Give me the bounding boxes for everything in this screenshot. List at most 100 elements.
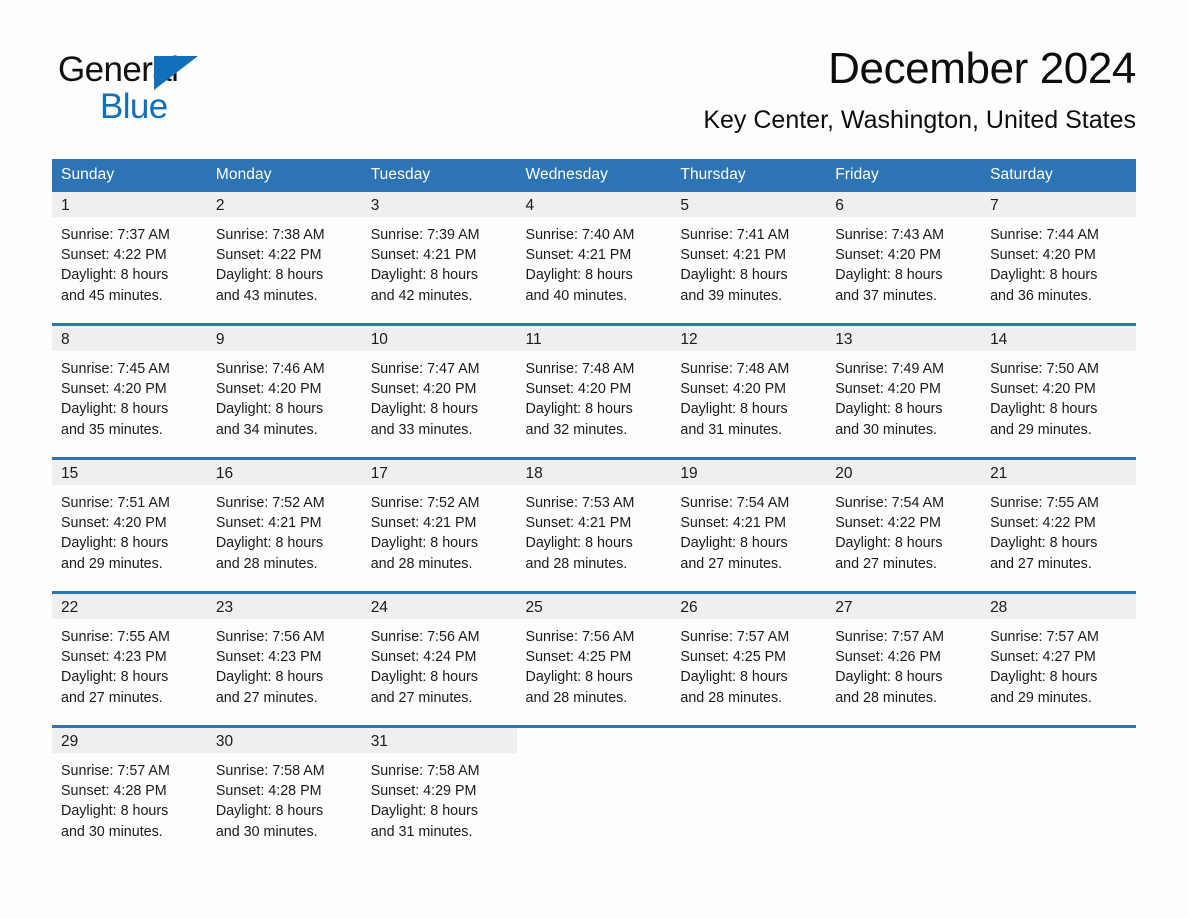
sunrise-time: Sunrise: 7:44 AM (990, 227, 1099, 243)
calendar-day-cell[interactable]: 30 Sunrise: 7:58 AM Sunset: 4:28 PM Dayligh… (206, 728, 362, 859)
calendar-day-cell[interactable]: 10 Sunrise: 7:47 AM Sunset: 4:20 PM Dayligh… (361, 326, 517, 457)
general-blue-logo: General Blue (58, 52, 198, 124)
calendar-day-cell[interactable]: 19 Sunrise: 7:54 AM Sunset: 4:21 PM Dayligh… (671, 460, 827, 591)
daylight-duration-line-two: and 45 minutes. (61, 287, 163, 304)
day-number: 6 (826, 192, 982, 217)
calendar-day-cell[interactable]: 12 Sunrise: 7:48 AM Sunset: 4:20 PM Dayligh… (671, 326, 827, 457)
day-number: 18 (516, 460, 672, 485)
sunset-time: Sunset: 4:23 PM (215, 649, 322, 666)
calendar-day-cell[interactable]: 23 Sunrise: 7:56 AM Sunset: 4:23 PM Dayligh… (206, 594, 362, 725)
daylight-duration-line-one: Daylight: 8 hours (61, 401, 169, 418)
sunset-time: Sunset: 4:21 PM (525, 247, 632, 264)
sun-times-calendar: Sunday Monday Tuesday Wednesday Thursday… (52, 159, 1136, 859)
day-details: Sunrise: 7:55 AM Sunset: 4:22 PM Daylight:… (981, 485, 1136, 574)
sunset-time: Sunset: 4:20 PM (370, 381, 477, 398)
sunrise-time: Sunrise: 7:45 AM (61, 361, 170, 377)
day-number (981, 728, 1136, 753)
day-number: 12 (671, 326, 827, 351)
calendar-day-cell[interactable]: 15 Sunrise: 7:51 AM Sunset: 4:20 PM Dayligh… (52, 460, 207, 591)
day-details: Sunrise: 7:39 AM Sunset: 4:21 PM Daylight:… (362, 217, 517, 306)
weekday-header-tuesday: Tuesday (361, 159, 517, 192)
daylight-duration-line-one: Daylight: 8 hours (525, 535, 633, 552)
calendar-week-row: 22 Sunrise: 7:55 AM Sunset: 4:23 PM Dayligh… (52, 591, 1136, 727)
calendar-day-cell[interactable]: 26 Sunrise: 7:57 AM Sunset: 4:25 PM Dayligh… (671, 594, 827, 725)
calendar-day-cell[interactable]: 29 Sunrise: 7:57 AM Sunset: 4:28 PM Dayligh… (52, 728, 207, 859)
daylight-duration-line-two: and 27 minutes. (990, 555, 1092, 572)
day-number: 30 (206, 728, 362, 753)
daylight-duration-line-one: Daylight: 8 hours (835, 535, 943, 552)
daylight-duration-line-one: Daylight: 8 hours (61, 535, 169, 552)
calendar-day-cell[interactable]: 3 Sunrise: 7:39 AM Sunset: 4:21 PM Daylight… (361, 192, 517, 323)
sunset-time: Sunset: 4:20 PM (990, 381, 1096, 398)
calendar-day-cell[interactable]: 7 Sunrise: 7:44 AM Sunset: 4:20 PM Daylight… (981, 192, 1136, 323)
calendar-day-cell[interactable]: 24 Sunrise: 7:56 AM Sunset: 4:24 PM Dayligh… (361, 594, 517, 725)
calendar-day-cell[interactable]: 13 Sunrise: 7:49 AM Sunset: 4:20 PM Dayligh… (826, 326, 982, 457)
daylight-duration-line-one: Daylight: 8 hours (990, 401, 1098, 418)
sunset-time: Sunset: 4:20 PM (835, 247, 941, 264)
daylight-duration-line-one: Daylight: 8 hours (215, 535, 324, 552)
calendar-day-cell[interactable]: 18 Sunrise: 7:53 AM Sunset: 4:21 PM Dayligh… (516, 460, 672, 591)
calendar-day-cell[interactable]: 28 Sunrise: 7:57 AM Sunset: 4:27 PM Dayligh… (981, 594, 1136, 725)
sunset-time: Sunset: 4:20 PM (990, 247, 1096, 264)
sunrise-time: Sunrise: 7:56 AM (370, 629, 480, 645)
sunset-time: Sunset: 4:26 PM (835, 649, 941, 666)
day-number: 31 (361, 728, 517, 753)
sunrise-time: Sunrise: 7:57 AM (61, 763, 170, 779)
calendar-page: General Blue December 2024 Key Center, W… (0, 0, 1188, 918)
day-details: Sunrise: 7:48 AM Sunset: 4:20 PM Daylight:… (671, 351, 826, 440)
sunset-time: Sunset: 4:20 PM (61, 515, 167, 532)
calendar-day-cell[interactable]: 5 Sunrise: 7:41 AM Sunset: 4:21 PM Daylight… (671, 192, 827, 323)
day-details: Sunrise: 7:56 AM Sunset: 4:25 PM Daylight:… (517, 619, 672, 708)
day-number: 2 (206, 192, 362, 217)
calendar-day-cell[interactable]: 22 Sunrise: 7:55 AM Sunset: 4:23 PM Dayligh… (52, 594, 207, 725)
sunset-time: Sunset: 4:22 PM (990, 515, 1096, 532)
calendar-day-cell[interactable]: 4 Sunrise: 7:40 AM Sunset: 4:21 PM Daylight… (516, 192, 672, 323)
sunrise-time: Sunrise: 7:41 AM (680, 227, 790, 243)
daylight-duration-line-two: and 31 minutes. (680, 421, 783, 438)
day-number: 20 (826, 460, 982, 485)
calendar-day-cell[interactable]: 25 Sunrise: 7:56 AM Sunset: 4:25 PM Dayligh… (516, 594, 672, 725)
day-details: Sunrise: 7:58 AM Sunset: 4:29 PM Daylight:… (362, 753, 517, 842)
sunset-time: Sunset: 4:21 PM (370, 515, 477, 532)
calendar-day-cell[interactable]: 31 Sunrise: 7:58 AM Sunset: 4:29 PM Dayligh… (361, 728, 517, 859)
day-details: Sunrise: 7:55 AM Sunset: 4:23 PM Daylight:… (52, 619, 207, 708)
daylight-duration-line-two: and 27 minutes. (680, 555, 783, 572)
sunset-time: Sunset: 4:24 PM (370, 649, 477, 666)
calendar-day-cell[interactable]: 27 Sunrise: 7:57 AM Sunset: 4:26 PM Dayligh… (826, 594, 982, 725)
sunset-time: Sunset: 4:20 PM (835, 381, 941, 398)
calendar-day-cell[interactable]: 1 Sunrise: 7:37 AM Sunset: 4:22 PM Daylight… (52, 192, 207, 323)
calendar-day-cell[interactable]: 8 Sunrise: 7:45 AM Sunset: 4:20 PM Daylight… (52, 326, 207, 457)
sunset-time: Sunset: 4:21 PM (215, 515, 322, 532)
sunset-time: Sunset: 4:28 PM (61, 783, 167, 800)
day-details: Sunrise: 7:48 AM Sunset: 4:20 PM Daylight:… (517, 351, 672, 440)
daylight-duration-line-two: and 42 minutes. (370, 287, 473, 304)
sunrise-time: Sunrise: 7:53 AM (525, 495, 635, 511)
daylight-duration-line-two: and 30 minutes. (215, 823, 318, 840)
calendar-empty-cell (671, 728, 826, 859)
sunrise-time: Sunrise: 7:48 AM (525, 361, 635, 377)
triangle-logo-icon (154, 56, 198, 90)
sunset-time: Sunset: 4:28 PM (215, 783, 322, 800)
sunrise-time: Sunrise: 7:58 AM (215, 763, 325, 779)
calendar-day-cell[interactable]: 9 Sunrise: 7:46 AM Sunset: 4:20 PM Daylight… (206, 326, 362, 457)
day-details: Sunrise: 7:58 AM Sunset: 4:28 PM Daylight:… (207, 753, 362, 842)
sunset-time: Sunset: 4:22 PM (835, 515, 941, 532)
daylight-duration-line-one: Daylight: 8 hours (525, 267, 633, 284)
calendar-day-cell[interactable]: 20 Sunrise: 7:54 AM Sunset: 4:22 PM Dayligh… (826, 460, 982, 591)
daylight-duration-line-two: and 36 minutes. (990, 287, 1092, 304)
daylight-duration-line-two: and 29 minutes. (990, 421, 1092, 438)
calendar-day-cell[interactable]: 16 Sunrise: 7:52 AM Sunset: 4:21 PM Dayligh… (206, 460, 362, 591)
sunset-time: Sunset: 4:23 PM (61, 649, 167, 666)
calendar-day-cell[interactable]: 17 Sunrise: 7:52 AM Sunset: 4:21 PM Dayligh… (361, 460, 517, 591)
daylight-duration-line-two: and 28 minutes. (525, 555, 628, 572)
sunset-time: Sunset: 4:20 PM (525, 381, 632, 398)
day-number: 26 (671, 594, 827, 619)
calendar-day-cell[interactable]: 21 Sunrise: 7:55 AM Sunset: 4:22 PM Dayligh… (981, 460, 1136, 591)
daylight-duration-line-one: Daylight: 8 hours (835, 401, 943, 418)
calendar-day-cell[interactable]: 14 Sunrise: 7:50 AM Sunset: 4:20 PM Dayligh… (981, 326, 1136, 457)
calendar-day-cell[interactable]: 11 Sunrise: 7:48 AM Sunset: 4:20 PM Dayligh… (516, 326, 672, 457)
title-block: December 2024 Key Center, Washington, Un… (703, 44, 1136, 134)
calendar-day-cell[interactable]: 6 Sunrise: 7:43 AM Sunset: 4:20 PM Daylight… (826, 192, 982, 323)
calendar-day-cell[interactable]: 2 Sunrise: 7:38 AM Sunset: 4:22 PM Daylight… (206, 192, 362, 323)
page-title: December 2024 (828, 44, 1136, 93)
